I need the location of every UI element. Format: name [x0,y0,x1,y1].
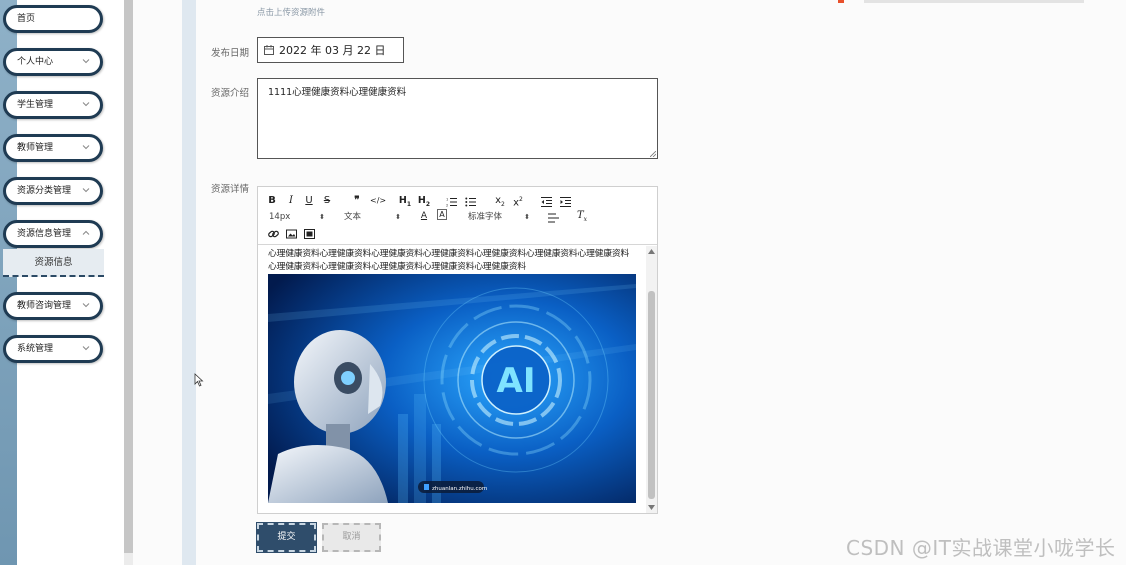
blockquote-icon[interactable]: ❞ [351,194,363,208]
chevron-down-icon [82,59,90,64]
font-family-select[interactable]: 标准字体 ⬍ [468,210,530,224]
superscript-icon[interactable]: x2 [512,193,524,208]
sidebar-item-label: 个人中心 [17,57,54,67]
intro-value: 1111心理健康资料心理健康资料 [268,87,407,98]
header-logo-fragment [838,0,1084,3]
sidebar: 首页 个人中心 学生管理 教师管理 资源分类管理 资源信息管理 资源信息 教师咨… [0,0,124,565]
cancel-button[interactable]: 取消 [322,523,381,552]
select-arrows-icon: ⬍ [319,213,325,221]
intro-label: 资源介绍 [211,88,250,99]
bold-icon[interactable]: B [267,194,277,208]
image-source-badge: zhuanlan.zhihu.com [432,486,487,492]
calendar-icon [264,45,274,55]
font-color-icon[interactable]: A [419,209,429,223]
sidebar-item-label: 首页 [17,14,36,24]
sidebar-item-teachers[interactable]: 教师管理 [3,134,103,162]
editor-text: 心理健康资料心理健康资料心理健康资料心理健康资料心理健康资料心理健康资料心理健康… [268,248,638,274]
editor-scrollbar-thumb[interactable] [648,291,655,499]
font-size-select[interactable]: 14px ⬍ [269,210,325,224]
indent-icon[interactable] [560,195,571,209]
detail-label: 资源详情 [211,184,250,195]
italic-icon[interactable]: I [286,194,296,208]
chevron-up-icon [82,230,90,235]
subscript-icon[interactable]: x2 [494,194,506,208]
sidebar-item-resource-info[interactable]: 资源信息管理 [3,220,103,248]
paragraph-value: 文本 [344,212,362,222]
image-icon[interactable] [286,227,297,241]
chevron-down-icon [82,303,90,308]
paragraph-select[interactable]: 文本 ⬍ [344,210,401,224]
sidebar-scrollbar-track [124,553,133,565]
sidebar-item-label: 学生管理 [17,100,54,110]
svg-text:1: 1 [446,198,448,202]
sidebar-item-resource-category[interactable]: 资源分类管理 [3,177,103,205]
ai-robot-image[interactable]: AI zhuanlan.zhihu.com [268,274,636,503]
sidebar-item-label: 资源分类管理 [17,186,72,196]
bullet-list-icon[interactable] [465,195,476,209]
ai-robot-illustration: AI zhuanlan.zhihu.com [268,274,636,503]
editor-scrollbar[interactable] [646,246,657,513]
link-icon[interactable] [268,227,279,241]
chevron-down-icon [82,188,90,193]
sidebar-item-teacher-consult[interactable]: 教师咨询管理 [3,292,103,320]
code-block-icon[interactable]: </> [370,194,386,208]
sidebar-subitem-label: 资源信息 [34,257,73,268]
publish-date-picker[interactable]: 2022 年 03 月 22 日 [257,37,404,63]
sidebar-item-personal-center[interactable]: 个人中心 [3,48,103,76]
font-family-value: 标准字体 [468,212,503,222]
heading-2-icon[interactable]: H2 [417,194,431,208]
editor-text-line: 心理健康资料心理健康资料心理健康资料心理健康资料心理健康资料心理健康资料心理健康… [268,249,630,259]
heading-1-icon[interactable]: H1 [398,194,412,208]
outdent-icon[interactable] [541,195,552,209]
content-left-strip [182,0,196,565]
upload-hint[interactable]: 点击上传资源附件 [257,6,325,18]
chevron-down-icon [82,145,90,150]
submit-button[interactable]: 提交 [256,522,317,553]
select-arrows-icon: ⬍ [395,213,401,221]
sidebar-item-system[interactable]: 系统管理 [3,335,103,363]
sidebar-item-label: 教师咨询管理 [17,301,72,311]
background-color-icon[interactable]: A [437,209,447,220]
sidebar-scrollbar[interactable] [124,0,133,553]
date-value: 2022 年 03 月 22 日 [279,44,386,57]
scroll-up-icon[interactable] [648,249,655,254]
chevron-down-icon [82,102,90,107]
sidebar-item-label: 教师管理 [17,143,54,153]
select-arrows-icon: ⬍ [524,213,530,221]
strikethrough-icon[interactable]: S [322,194,332,208]
sidebar-item-students[interactable]: 学生管理 [3,91,103,119]
date-label: 发布日期 [211,48,250,59]
editor-text-line: 心理健康资料心理健康资料心理健康资料心理健康资料心理健康资料 [268,262,526,272]
sidebar-item-home[interactable]: 首页 [3,5,103,33]
ordered-list-icon[interactable]: 1 2 [446,195,457,209]
mouse-cursor-icon [194,373,204,387]
scroll-down-icon[interactable] [648,505,655,510]
align-left-icon[interactable] [548,211,559,225]
font-size-value: 14px [269,212,291,222]
csdn-watermark: CSDN @IT实战课堂小咙学长 [846,536,1116,560]
image-ai-text: AI [497,361,536,401]
editor-content-area[interactable]: 心理健康资料心理健康资料心理健康资料心理健康资料心理健康资料心理健康资料心理健康… [258,246,657,513]
editor-toolbar: B I U S ❞ </> H1 H2 1 2 x2 x2 14px ⬍ 文本 … [258,187,657,245]
chevron-down-icon [82,346,90,351]
sidebar-subitem-resource-info[interactable]: 资源信息 [3,249,104,277]
video-icon[interactable] [304,227,315,241]
intro-textarea[interactable]: 1111心理健康资料心理健康资料 [257,78,658,159]
resize-handle-icon[interactable] [650,151,656,157]
sidebar-item-label: 资源信息管理 [17,229,72,239]
svg-text:2: 2 [446,204,448,208]
clear-format-icon[interactable]: Tx [576,209,588,223]
underline-icon[interactable]: U [304,194,314,208]
rich-text-editor: B I U S ❞ </> H1 H2 1 2 x2 x2 14px ⬍ 文本 … [257,186,658,514]
sidebar-item-label: 系统管理 [17,344,54,354]
